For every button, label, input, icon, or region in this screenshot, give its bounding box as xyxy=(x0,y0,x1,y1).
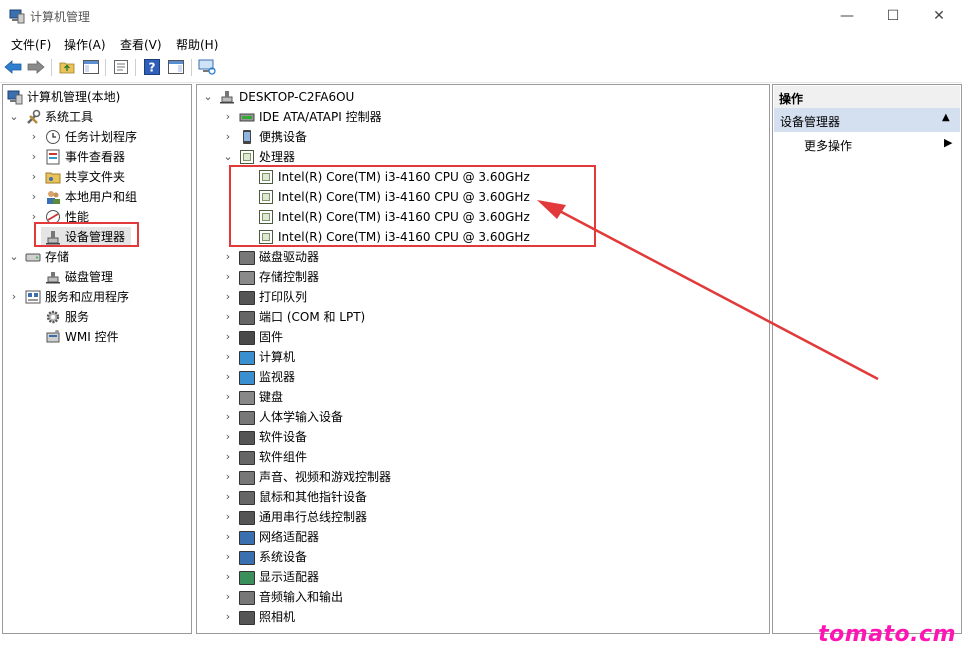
annotation-arrow-layer xyxy=(537,200,879,381)
annotation-arrow-line xyxy=(551,205,879,381)
watermark-text: tomato.cm xyxy=(818,622,956,647)
annotation-arrow-head xyxy=(537,200,566,219)
